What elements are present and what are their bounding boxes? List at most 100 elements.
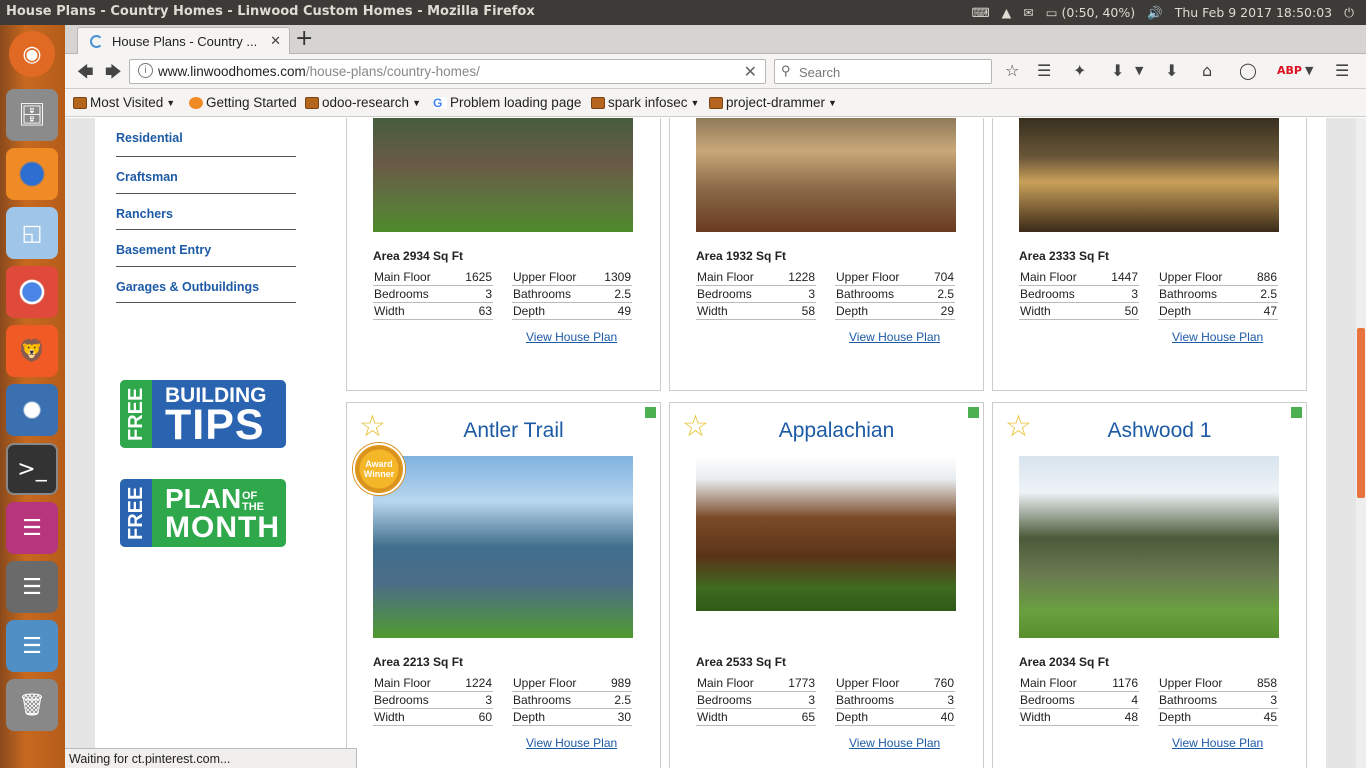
active-tab[interactable]: House Plans - Country ... ✕ [77, 27, 290, 54]
app-stack-icon-3[interactable]: ☰ [6, 620, 58, 672]
view-house-plan-link[interactable]: View House Plan [526, 736, 617, 750]
close-tab-icon[interactable]: ✕ [270, 33, 281, 49]
bookmark-getting-started[interactable]: Getting Started [189, 95, 297, 110]
sidebar-link-basement-entry[interactable]: Basement Entry [116, 230, 296, 267]
spec-label: Bathrooms [1159, 287, 1218, 301]
adblock-icon[interactable]: ABP [1277, 64, 1302, 77]
firefox-small-icon [189, 96, 203, 109]
bookmark-odoo-research[interactable]: odoo-research ▼ [305, 95, 421, 110]
extension-icon[interactable]: ✦ [1073, 61, 1086, 80]
forward-button[interactable]: 🡆 [105, 61, 122, 88]
favorite-star-icon[interactable]: ☆ [359, 412, 386, 442]
folder-icon [591, 96, 605, 109]
sidebar-link-craftsman[interactable]: Craftsman [116, 157, 296, 194]
adblock-menu-icon[interactable]: ▼ [1305, 64, 1313, 77]
search-box[interactable]: ⚲ Search [774, 59, 992, 84]
plan-area: Area 2034 Sq Ft [1019, 655, 1110, 669]
view-house-plan-link[interactable]: View House Plan [1172, 330, 1263, 344]
bookmark-label: Getting Started [206, 95, 297, 110]
spec-value: 63 [478, 304, 492, 318]
pocket-icon[interactable]: ◯ [1239, 61, 1257, 80]
favorite-star-icon[interactable]: ☆ [1005, 412, 1032, 442]
view-house-plan-link[interactable]: View House Plan [1172, 736, 1263, 750]
house-photo[interactable] [373, 456, 633, 638]
house-photo[interactable] [1019, 456, 1279, 638]
house-photo[interactable] [696, 456, 956, 611]
sidebar-link-garages[interactable]: Garages & Outbuildings [116, 267, 296, 303]
spec-value: 858 [1256, 676, 1277, 690]
spec-value: 29 [940, 304, 954, 318]
new-tab-button[interactable]: + [295, 26, 313, 51]
plan-specs: Main Floor 1228 Upper Floor 704 Bedrooms 3 Ba… [696, 269, 956, 320]
app-stack-icon[interactable]: ☰ [6, 502, 58, 554]
free-building-tips-banner[interactable]: FREE BUILDING TIPS [120, 380, 286, 448]
plan-title[interactable]: Antler Trail [407, 419, 620, 443]
view-house-plan-link[interactable]: View House Plan [849, 330, 940, 344]
url-path: /house-plans/country-homes/ [305, 64, 480, 79]
scrollbar-thumb[interactable] [1357, 328, 1365, 498]
ubuntu-dash-icon[interactable]: ◉ [9, 31, 55, 77]
spec-label: Bathrooms [836, 693, 895, 707]
spec-value: 1447 [1111, 270, 1138, 284]
back-button[interactable]: 🡄 [77, 61, 94, 88]
plan-title[interactable]: Ashwood 1 [1053, 419, 1266, 443]
chevron-down-icon[interactable]: ▼ [1135, 64, 1143, 77]
spec-value: 45 [1263, 710, 1277, 724]
bookmark-most-visited[interactable]: Most Visited ▼ [73, 95, 175, 110]
url-bar[interactable]: i www.linwoodhomes.com/house-plans/count… [129, 59, 792, 84]
pocket-save-icon[interactable]: ⬇ [1111, 61, 1124, 80]
app-stack-icon-2[interactable]: ☰ [6, 561, 58, 613]
plan-title[interactable]: Appalachian [730, 419, 943, 443]
terminal-icon[interactable]: >_ [6, 443, 58, 495]
sidebar-link-residential[interactable]: Residential [116, 118, 296, 157]
volume-icon[interactable]: 🔊 [1147, 5, 1163, 21]
spec-label: Bathrooms [513, 287, 572, 301]
network-icon[interactable]: ▲ [1002, 5, 1012, 20]
brave-icon[interactable]: 🦁 [6, 325, 58, 377]
trash-icon[interactable]: 🗑 [6, 679, 58, 731]
downloads-icon[interactable]: ⬇ [1165, 61, 1178, 80]
thunderbird-icon[interactable] [6, 384, 58, 436]
spec-label: Width [374, 304, 405, 318]
keyboard-icon[interactable]: ⌨ [972, 5, 990, 20]
spec-value: 48 [1124, 710, 1138, 724]
house-photo[interactable] [373, 118, 633, 232]
stop-icon[interactable]: ✕ [744, 62, 757, 82]
files-icon[interactable]: 🗄 [6, 89, 58, 141]
spec-label: Depth [513, 710, 546, 724]
house-photo[interactable] [1019, 118, 1279, 232]
view-house-plan-link[interactable]: View House Plan [849, 736, 940, 750]
firefox-icon[interactable] [6, 148, 58, 200]
mail-icon[interactable]: ✉ [1023, 5, 1033, 20]
clock[interactable]: Thu Feb 9 2017 18:50:03 [1175, 5, 1332, 20]
chrome-icon[interactable] [6, 266, 58, 318]
loading-spinner-icon [90, 35, 103, 48]
promo-free-label: FREE [120, 479, 152, 547]
power-icon[interactable]: ⏻ [1344, 5, 1354, 21]
spec-value: 49 [617, 304, 631, 318]
free-plan-of-month-banner[interactable]: FREE PLAN OF THE MONTH [120, 479, 286, 547]
reading-list-icon[interactable]: ☰ [1037, 61, 1051, 80]
sidebar-link-ranchers[interactable]: Ranchers [116, 194, 296, 230]
battery-indicator[interactable]: ▭ (0:50, 40%) [1046, 5, 1135, 20]
spec-value: 1224 [465, 676, 492, 690]
site-info-icon[interactable]: i [138, 63, 153, 78]
bookmark-label: Most Visited [90, 95, 164, 110]
plan-area: Area 2213 Sq Ft [373, 655, 464, 669]
virtualbox-icon[interactable]: ◱ [6, 207, 58, 259]
home-icon[interactable]: ⌂ [1202, 61, 1212, 80]
url-host: www.linwoodhomes.com [158, 64, 306, 79]
bookmark-problem-loading[interactable]: G Problem loading page [433, 95, 581, 110]
bookmark-star-icon[interactable]: ☆ [1005, 61, 1019, 80]
house-photo[interactable] [696, 118, 956, 232]
bookmark-spark-infosec[interactable]: spark infosec ▼ [591, 95, 699, 110]
spec-value: 3 [485, 287, 492, 301]
favorite-star-icon[interactable]: ☆ [682, 412, 709, 442]
page-scrollbar[interactable] [1356, 118, 1366, 768]
new-badge-square [968, 407, 979, 418]
bookmark-project-drammer[interactable]: project-drammer ▼ [709, 95, 837, 110]
spec-value: 3 [485, 693, 492, 707]
hamburger-menu-icon[interactable]: ☰ [1335, 61, 1349, 80]
view-house-plan-link[interactable]: View House Plan [526, 330, 617, 344]
folder-icon [305, 96, 319, 109]
